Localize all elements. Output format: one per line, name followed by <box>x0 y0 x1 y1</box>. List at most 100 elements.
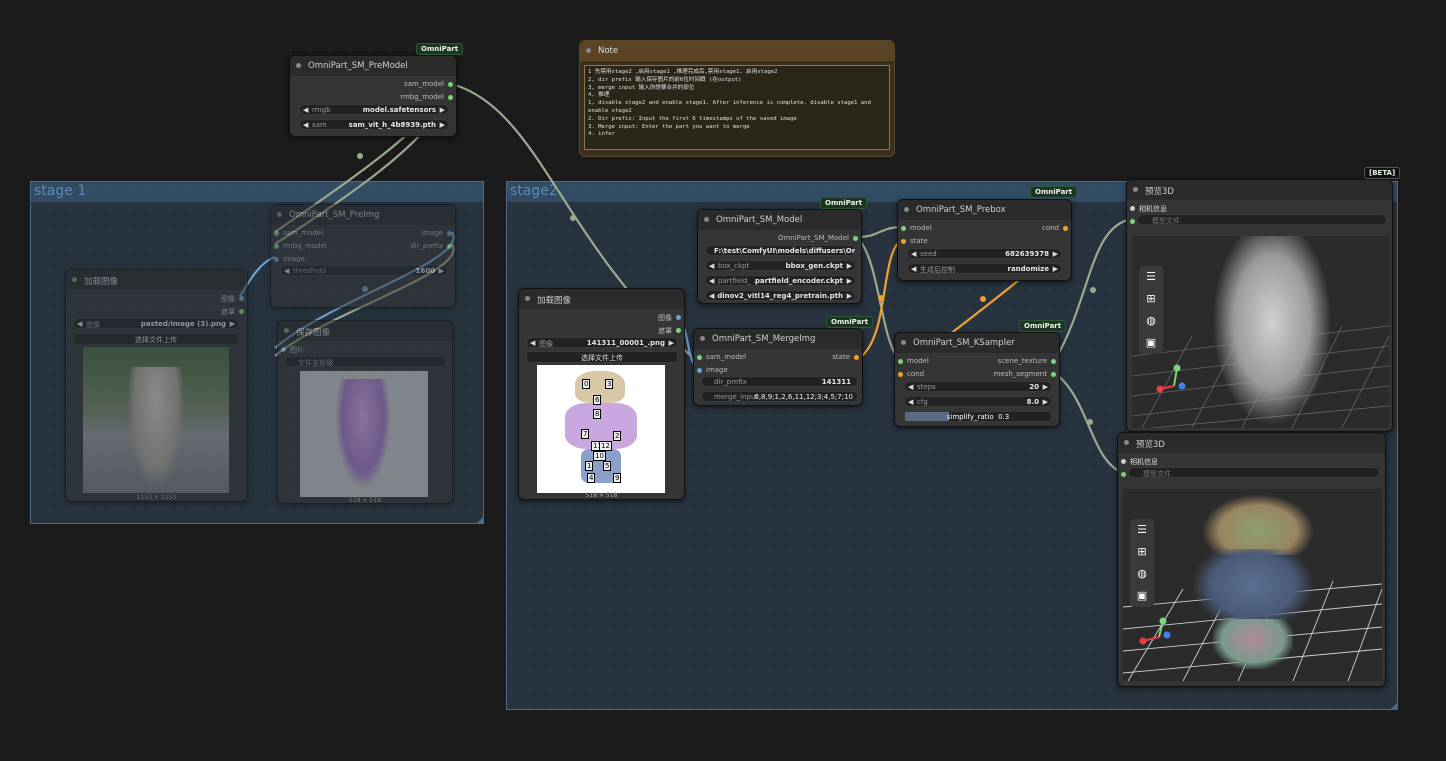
image-icon[interactable]: ▣ <box>1139 332 1163 354</box>
rmgb-combo[interactable]: ◀ rmgb model.safetensors ▶ <box>299 104 449 115</box>
node-title[interactable]: OmniPart_SM_MergeImg <box>694 329 862 349</box>
image-icon[interactable]: ▣ <box>1130 585 1154 607</box>
collapse-dot[interactable] <box>525 296 530 301</box>
3d-viewport[interactable] <box>1123 489 1382 681</box>
node-title[interactable]: OmniPart_SM_KSampler <box>895 333 1059 353</box>
output-socket[interactable] <box>1051 359 1056 364</box>
steps-number[interactable]: ◀ steps 20 ▶ <box>904 381 1052 392</box>
collapse-dot[interactable] <box>704 217 709 222</box>
filename-prefix-field[interactable]: 文件名前缀 <box>285 356 447 367</box>
input-socket[interactable] <box>274 257 279 262</box>
note-text[interactable]: 1 先禁用stage2 ,启用stage1 ,推理完成后,禁用stage1, 启… <box>584 65 890 150</box>
merge-input-field[interactable]: merge_input 0,8,9;1,2,6,11,12;3;4,5;7;10 <box>701 391 858 402</box>
premodel-node[interactable]: OmniPart_SM_PreModel sam_model rmbg_mode… <box>289 55 457 137</box>
model-file-field[interactable]: 模型文件 <box>1128 467 1380 478</box>
output-socket[interactable] <box>1051 372 1056 377</box>
load-image-node-stage2[interactable]: 加载图像 图像 遮罩 ◀ 图像 141311_00001_.png ▶ 选择文件上传 … <box>518 288 685 500</box>
collapse-dot[interactable] <box>72 277 77 282</box>
output-socket[interactable] <box>447 231 452 236</box>
merge-img-node[interactable]: OmniPart_SM_MergeImg sam_model image sta… <box>693 328 863 406</box>
grid-icon[interactable]: ⊞ <box>1130 541 1154 563</box>
note-node[interactable]: Note 1 先禁用stage2 ,启用stage1 ,推理完成后,禁用stag… <box>579 40 895 157</box>
input-socket[interactable] <box>697 368 702 373</box>
load-image-node-stage1[interactable]: 加载图像 图像 遮罩 ◀ 图像 pasted/image (3).png ▶ 选择文件… <box>65 269 248 502</box>
node-title[interactable]: 预览3D <box>1118 433 1385 453</box>
upload-button[interactable]: 选择文件上传 <box>526 351 678 363</box>
seed-number[interactable]: ◀ seed 682639378 ▶ <box>907 248 1062 259</box>
grid-icon[interactable]: ⊞ <box>1139 288 1163 310</box>
input-socket[interactable] <box>697 355 702 360</box>
input-socket[interactable] <box>898 359 903 364</box>
viewport-toolbar: ☰ ⊞ ◍ ▣ <box>1130 519 1154 607</box>
model-file-field[interactable]: 模型文件 <box>1137 214 1387 225</box>
note-title[interactable]: Note <box>580 41 894 61</box>
control-after-generate-combo[interactable]: ◀ 生成后控制 randomize ▶ <box>907 263 1062 274</box>
box-ckpt-combo[interactable]: ◀ box_ckpt bbox_gen.ckpt ▶ <box>705 260 856 271</box>
cfg-number[interactable]: ◀ cfg 8.0 ▶ <box>904 396 1052 407</box>
output-socket[interactable] <box>676 315 681 320</box>
menu-icon[interactable]: ☰ <box>1139 266 1163 288</box>
partfield-combo[interactable]: ◀ partfield_ ... partfield_encoder.ckpt ▶ <box>705 275 856 286</box>
palette-icon[interactable]: ◍ <box>1130 563 1154 585</box>
node-title[interactable]: 加载图像 <box>66 270 247 290</box>
threshold-number[interactable]: ◀ threshold 1600 ▶ <box>280 265 448 276</box>
preview3d-node-2[interactable]: 预览3D 相机信息 模型文件 ☰ ⊞ ◍ ▣ <box>1117 432 1386 687</box>
preimg-node[interactable]: OmniPart_SM_PreImg sam_model rmbg_model … <box>270 204 456 308</box>
save-image-node[interactable]: 保存图像 图片 文件名前缀 518 × 518 <box>277 320 453 504</box>
ksampler-node[interactable]: OmniPart_SM_KSampler model cond scene_te… <box>894 332 1060 427</box>
sm-model-node[interactable]: OmniPart_SM_Model OmniPart_SM_Model F:\t… <box>697 209 862 304</box>
model-path-field[interactable]: F:\test\ComfyUI\models\diffusers\Om ... <box>705 245 856 256</box>
3d-viewport[interactable] <box>1132 236 1389 428</box>
collapse-dot[interactable] <box>904 207 909 212</box>
input-socket[interactable] <box>281 347 286 352</box>
node-title[interactable]: OmniPart_SM_Prebox <box>898 200 1071 220</box>
viewport-toolbar: ☰ ⊞ ◍ ▣ <box>1139 266 1163 354</box>
output-socket[interactable] <box>853 236 858 241</box>
node-title[interactable]: OmniPart_SM_PreModel <box>290 56 456 76</box>
collapse-dot[interactable] <box>277 212 282 217</box>
node-title[interactable]: 保存图像 <box>278 321 452 341</box>
input-socket[interactable] <box>898 372 903 377</box>
input-socket[interactable] <box>1130 206 1135 211</box>
sam-combo[interactable]: ◀ sam sam_vit_h_4b8939.pth ▶ <box>299 119 449 130</box>
simplify-ratio-slider[interactable]: simplify_ratio 0.3 <box>904 411 1052 422</box>
node-title[interactable]: 预览3D <box>1127 180 1392 200</box>
collapse-dot[interactable] <box>586 48 591 53</box>
input-socket[interactable] <box>901 239 906 244</box>
output-scene-texture: scene_texture <box>997 357 1047 365</box>
dir-prefix-field[interactable]: dir_prefix 141311 <box>701 376 858 387</box>
collapse-dot[interactable] <box>1124 440 1129 445</box>
node-title[interactable]: OmniPart_SM_Model <box>698 210 861 230</box>
output-socket[interactable] <box>1063 226 1068 231</box>
output-socket[interactable] <box>854 355 859 360</box>
input-socket[interactable] <box>901 226 906 231</box>
preview3d-node-1[interactable]: 预览3D 相机信息 模型文件 ☰ ⊞ ◍ ▣ <box>1126 179 1393 432</box>
part-label: 0 <box>582 379 591 389</box>
image-combo[interactable]: ◀ 图像 pasted/image (3).png ▶ <box>73 318 239 329</box>
node-title[interactable]: OmniPart_SM_PreImg <box>271 205 455 225</box>
collapse-dot[interactable] <box>901 340 906 345</box>
input-socket[interactable] <box>1121 472 1126 477</box>
input-socket[interactable] <box>274 231 279 236</box>
dinov2-combo[interactable]: ◀... dinov2_vitl14_reg4_pretrain.pth ▶ <box>705 290 856 301</box>
output-socket[interactable] <box>447 244 452 249</box>
collapse-dot[interactable] <box>1133 187 1138 192</box>
output-socket[interactable] <box>239 309 244 314</box>
palette-icon[interactable]: ◍ <box>1139 310 1163 332</box>
output-socket[interactable] <box>448 95 453 100</box>
output-mesh-segment: mesh_segment <box>993 370 1047 378</box>
node-title[interactable]: 加载图像 <box>519 289 684 309</box>
collapse-dot[interactable] <box>700 336 705 341</box>
menu-icon[interactable]: ☰ <box>1130 519 1154 541</box>
input-socket[interactable] <box>1121 459 1126 464</box>
collapse-dot[interactable] <box>296 63 301 68</box>
upload-button[interactable]: 选择文件上传 <box>73 333 239 345</box>
image-combo[interactable]: ◀ 图像 141311_00001_.png ▶ <box>526 337 678 348</box>
input-socket[interactable] <box>1130 219 1135 224</box>
prebox-node[interactable]: OmniPart_SM_Prebox model state cond ◀ see… <box>897 199 1072 281</box>
input-socket[interactable] <box>274 244 279 249</box>
collapse-dot[interactable] <box>284 328 289 333</box>
output-socket[interactable] <box>676 328 681 333</box>
output-socket[interactable] <box>239 296 244 301</box>
output-socket[interactable] <box>448 82 453 87</box>
